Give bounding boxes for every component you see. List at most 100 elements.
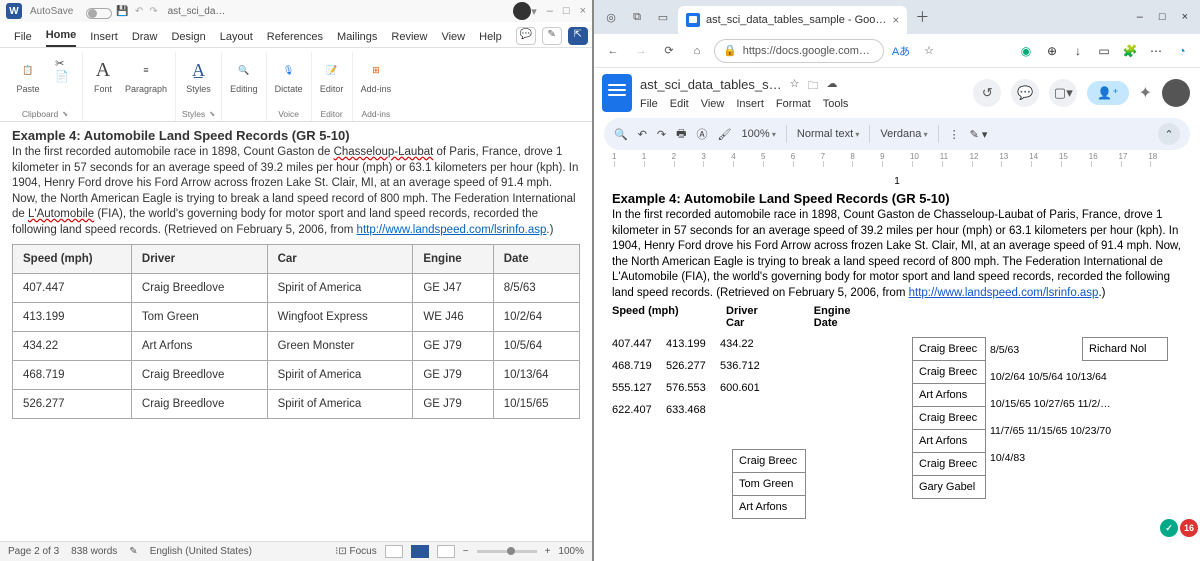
styles-button[interactable]: A̲Styles xyxy=(184,56,213,109)
font-button[interactable]: AFont xyxy=(89,56,117,109)
menu-view[interactable]: View xyxy=(701,98,725,110)
font-select[interactable]: Verdana xyxy=(880,128,927,140)
paragraph-style-select[interactable]: Normal text xyxy=(797,128,860,140)
user-avatar[interactable] xyxy=(513,2,531,20)
tab-view[interactable]: View xyxy=(441,31,465,47)
tab-close-icon[interactable]: × xyxy=(892,13,899,27)
menu-edit[interactable]: Edit xyxy=(670,98,689,110)
docs-link[interactable]: http://www.landspeed.com/lsrinfo.asp xyxy=(909,287,1099,299)
minimize-button[interactable]: – xyxy=(547,5,553,18)
docs-app-icon[interactable] xyxy=(602,74,632,112)
status-language[interactable]: English (United States) xyxy=(150,546,252,557)
address-bar[interactable]: 🔒 https://docs.google.com… xyxy=(714,39,884,63)
focus-button[interactable]: ⁝⊡ Focus xyxy=(335,546,377,557)
zoom-level[interactable]: 100% xyxy=(558,546,584,557)
zoom-slider[interactable] xyxy=(477,550,537,553)
comments-icon[interactable]: 💬 xyxy=(1011,79,1039,107)
extensions-icon[interactable]: 🧩 xyxy=(1120,41,1140,61)
docs-ruler[interactable]: 1123456789101112131415161718 xyxy=(594,156,1200,172)
menu-icon[interactable]: ⋯ xyxy=(1146,41,1166,61)
browser-tab[interactable]: ast_sci_data_tables_sample - Goo… × xyxy=(678,6,907,34)
status-words[interactable]: 838 words xyxy=(71,546,117,557)
doc-link[interactable]: http://www.landspeed.com/lsrinfo.asp xyxy=(357,224,547,236)
profile-icon[interactable]: ◎ xyxy=(600,6,622,28)
spellcheck-icon[interactable]: ✎ xyxy=(129,546,137,557)
docs-document-area[interactable]: 1 Example 4: Automobile Land Speed Recor… xyxy=(594,172,1200,561)
paint-format-icon[interactable]: 🖌 xyxy=(718,128,732,141)
search-menus-icon[interactable]: 🔍 xyxy=(614,128,628,141)
paragraph-button[interactable]: ≡Paragraph xyxy=(123,56,169,109)
tab-references[interactable]: References xyxy=(267,31,323,47)
refresh-button[interactable]: ⟳ xyxy=(658,40,680,62)
notification-badge[interactable]: 16 xyxy=(1180,519,1198,537)
collapse-toolbar-icon[interactable]: ⌃ xyxy=(1158,123,1180,145)
share-button[interactable]: 👤⁺ xyxy=(1087,81,1128,105)
meet-icon[interactable]: ▢▾ xyxy=(1049,79,1077,107)
browser-close[interactable]: × xyxy=(1182,11,1188,23)
tab-help[interactable]: Help xyxy=(479,31,502,47)
menu-format[interactable]: Format xyxy=(776,98,811,110)
tab-file[interactable]: File xyxy=(14,31,32,47)
menu-tools[interactable]: Tools xyxy=(823,98,849,110)
chat-badge[interactable]: ✓ xyxy=(1160,519,1178,537)
back-button[interactable]: ← xyxy=(602,40,624,62)
tab-draw[interactable]: Draw xyxy=(132,31,158,47)
browser-minimize[interactable]: – xyxy=(1137,11,1143,23)
editing-mode-icon[interactable]: ✎ ▾ xyxy=(970,128,988,141)
comment-icon[interactable]: 💬 xyxy=(516,27,536,45)
ext-icon-3[interactable]: ↓ xyxy=(1068,41,1088,61)
undo-icon[interactable]: ↶ xyxy=(638,128,647,141)
editor-button[interactable]: 📝Editor xyxy=(318,56,346,109)
gemini-icon[interactable]: ✦ xyxy=(1139,83,1152,103)
reader-icon[interactable]: Aあ xyxy=(890,40,912,62)
close-button[interactable]: × xyxy=(580,5,586,18)
tab-layout[interactable]: Layout xyxy=(220,31,253,47)
paste-button[interactable]: 📋 Paste xyxy=(14,56,42,109)
copilot-icon[interactable]: ◔ xyxy=(1172,41,1192,61)
menu-insert[interactable]: Insert xyxy=(736,98,764,110)
addins-button[interactable]: ⊞Add-ins xyxy=(359,56,394,109)
forward-button[interactable]: → xyxy=(630,40,652,62)
docs-title[interactable]: ast_sci_data_tables_s… xyxy=(640,77,782,96)
history-icon[interactable]: ↺ xyxy=(973,79,1001,107)
status-page[interactable]: Page 2 of 3 xyxy=(8,546,59,557)
more-format-icon[interactable]: ⋮ xyxy=(949,128,960,141)
zoom-select[interactable]: 100% xyxy=(742,128,776,140)
menu-file[interactable]: File xyxy=(640,98,658,110)
spellcheck-icon[interactable]: Ⓐ xyxy=(697,126,708,142)
tab-actions-icon[interactable]: ▭ xyxy=(652,6,674,28)
dictate-button[interactable]: 🎙Dictate xyxy=(273,56,305,109)
save-icon[interactable]: 💾 xyxy=(116,6,128,17)
ext-icon-2[interactable]: ⊕ xyxy=(1042,41,1062,61)
print-layout-button[interactable] xyxy=(411,545,429,558)
zoom-out-button[interactable]: − xyxy=(463,546,469,557)
maximize-button[interactable]: □ xyxy=(563,5,570,18)
ext-icon-1[interactable]: ◉ xyxy=(1016,41,1036,61)
new-tab-button[interactable]: ＋ xyxy=(915,7,929,27)
account-avatar[interactable] xyxy=(1162,79,1190,107)
browser-maximize[interactable]: □ xyxy=(1159,11,1166,23)
tab-insert[interactable]: Insert xyxy=(90,31,118,47)
star-icon[interactable]: ☆ xyxy=(790,77,800,96)
editing-button[interactable]: 🔍Editing xyxy=(228,56,260,109)
pen-icon[interactable]: ✎ xyxy=(542,27,562,45)
move-icon[interactable]: 🗀 xyxy=(808,77,819,96)
redo-icon[interactable]: ↷ xyxy=(149,6,157,17)
workspaces-icon[interactable]: ⧉ xyxy=(626,6,648,28)
redo-icon[interactable]: ↷ xyxy=(657,128,666,141)
tab-review[interactable]: Review xyxy=(391,31,427,47)
cloud-icon[interactable]: ☁ xyxy=(827,77,838,96)
tab-home[interactable]: Home xyxy=(46,29,77,47)
undo-icon[interactable]: ↶ xyxy=(135,6,143,17)
autosave-toggle[interactable] xyxy=(86,8,112,19)
share-icon[interactable]: ⇱ xyxy=(568,27,588,45)
ribbon-options-icon[interactable]: ▾ xyxy=(531,5,537,18)
cut-copy-column[interactable]: ✂📄 xyxy=(48,56,76,109)
web-layout-button[interactable] xyxy=(437,545,455,558)
word-document-area[interactable]: Example 4: Automobile Land Speed Records… xyxy=(0,122,592,541)
home-button[interactable]: ⌂ xyxy=(686,40,708,62)
favorite-star-icon[interactable]: ☆ xyxy=(918,40,940,62)
read-mode-button[interactable] xyxy=(385,545,403,558)
collections-icon[interactable]: ▭ xyxy=(1094,41,1114,61)
print-icon[interactable]: 🖶 xyxy=(676,125,686,144)
